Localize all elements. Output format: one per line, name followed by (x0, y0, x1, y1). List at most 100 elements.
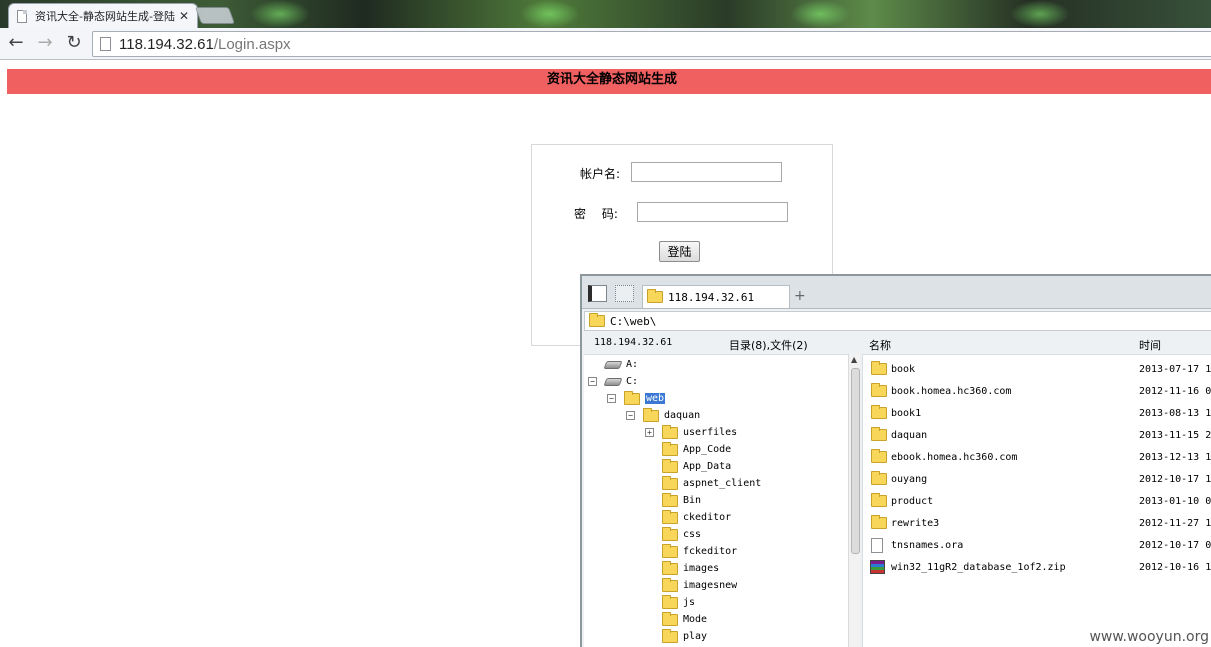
background-decoration (790, 0, 850, 28)
directory-tree: A: − C: − web − daquan + userfiles App_Code App_Da… (584, 354, 852, 647)
new-tab-button[interactable] (194, 7, 236, 24)
column-header-time[interactable]: 时间 (1139, 337, 1161, 353)
collapse-icon[interactable]: − (588, 377, 597, 386)
collapse-icon[interactable]: − (626, 411, 635, 420)
tree-item-label: App_Data (683, 461, 732, 472)
tree-scrollbar[interactable]: ▲ (848, 354, 860, 647)
file-row[interactable]: rewrite3 2012-11-27 10 (869, 512, 1211, 534)
scroll-up-icon[interactable]: ▲ (851, 355, 857, 364)
tree-item[interactable]: imagesnew (645, 577, 737, 594)
current-path: C:\web\ (610, 314, 657, 328)
folder-icon (871, 383, 887, 397)
tree-item[interactable]: play (645, 628, 707, 645)
folder-icon (662, 594, 678, 609)
tree-item[interactable]: ckeditor (645, 509, 731, 526)
tree-item-label: App_Code (683, 444, 732, 455)
add-tab-button[interactable]: + (794, 288, 806, 304)
url-host: 118.194.32.61 (119, 35, 214, 53)
page-icon (17, 9, 27, 23)
folder-icon (647, 289, 663, 303)
file-time: 2012-11-16 03 (1139, 385, 1211, 397)
tree-item[interactable]: js (645, 594, 695, 611)
file-time: 2013-12-13 1 (1139, 451, 1211, 463)
host-label: 118.194.32.61 (594, 337, 673, 348)
forward-icon[interactable]: → (34, 32, 56, 54)
folder-icon (662, 611, 678, 626)
tree-item-label: fckeditor (683, 546, 738, 557)
file-manager-tab[interactable]: 118.194.32.61 (642, 285, 790, 308)
tree-item[interactable]: App_Code (645, 441, 731, 458)
file-name: tnsnames.ora (891, 539, 964, 551)
window-icon[interactable] (615, 285, 634, 302)
tree-item[interactable]: App_Data (645, 458, 731, 475)
file-row[interactable]: ouyang 2012-10-17 13 (869, 468, 1211, 490)
path-bar[interactable]: C:\web\ (584, 311, 1211, 331)
file-row[interactable]: product 2013-01-10 03 (869, 490, 1211, 512)
folder-icon (662, 577, 678, 592)
expand-icon[interactable]: + (645, 428, 654, 437)
sidebar-toggle-icon[interactable] (588, 285, 607, 302)
tree-item[interactable]: aspnet_client (645, 475, 761, 492)
page-icon (100, 37, 111, 51)
file-name: ebook.homea.hc360.com (891, 451, 1018, 463)
file-time: 2013-07-17 10 (1139, 363, 1211, 375)
tree-item[interactable]: + userfiles (645, 424, 737, 441)
tree-item[interactable]: A: (588, 356, 638, 373)
browser-tab[interactable]: 资讯大全-静态网站生成-登陆 ✕ (8, 3, 198, 28)
tree-item-label: web (645, 393, 666, 404)
file-row[interactable]: book1 2013-08-13 15 (869, 402, 1211, 424)
file-row[interactable]: ebook.homea.hc360.com 2013-12-13 1 (869, 446, 1211, 468)
tree-item[interactable]: − C: (588, 373, 638, 390)
address-bar[interactable]: 118.194.32.61/Login.aspx (92, 31, 1211, 57)
tree-item[interactable]: css (645, 526, 701, 543)
tree-item-label: Mode (683, 614, 708, 625)
tree-item-label: userfiles (683, 427, 738, 438)
file-row[interactable]: tnsnames.ora 2012-10-17 08 (869, 534, 1211, 556)
close-icon[interactable]: ✕ (179, 9, 189, 23)
login-button[interactable]: 登陆 (659, 241, 700, 262)
tree-item[interactable]: − daquan (626, 407, 700, 424)
folder-icon (662, 543, 678, 558)
folder-icon (662, 441, 678, 456)
file-time: 2012-11-27 10 (1139, 517, 1211, 529)
password-input[interactable] (637, 202, 788, 222)
file-name: book (891, 363, 916, 375)
reload-icon[interactable]: ↻ (63, 32, 85, 54)
file-manager-tabbar: 118.194.32.61 + (582, 276, 1211, 309)
tree-item[interactable]: fckeditor (645, 543, 737, 560)
folder-icon (662, 509, 678, 524)
username-input[interactable] (631, 162, 782, 182)
tree-item-label: A: (626, 359, 639, 370)
tree-item-label: css (683, 529, 702, 540)
drive-icon (603, 360, 623, 369)
folder-icon (871, 361, 887, 375)
browser-tab-strip: 资讯大全-静态网站生成-登陆 ✕ (0, 0, 1211, 28)
tree-item[interactable]: images (645, 560, 719, 577)
tree-item[interactable]: Bin (645, 492, 701, 509)
folder-icon (589, 313, 605, 327)
tree-item[interactable]: Mode (645, 611, 707, 628)
file-time: 2012-10-16 17 (1139, 561, 1211, 573)
folder-icon (624, 390, 640, 405)
file-row[interactable]: book 2013-07-17 10 (869, 358, 1211, 380)
collapse-icon[interactable]: − (607, 394, 616, 403)
folder-icon (871, 493, 887, 507)
column-header-name[interactable]: 名称 (869, 337, 891, 353)
file-row[interactable]: daquan 2013-11-15 2 (869, 424, 1211, 446)
file-row[interactable]: win32_11gR2_database_1of2.zip 2012-10-16 … (869, 556, 1211, 578)
tree-item[interactable]: − web (607, 390, 666, 407)
file-manager-tab-label: 118.194.32.61 (668, 290, 755, 304)
directory-summary: 目录(8),文件(2) (729, 339, 808, 352)
file-manager-window: 118.194.32.61 + C:\web\ 118.194.32.61 目录… (580, 274, 1211, 647)
tree-item-label: aspnet_client (683, 478, 762, 489)
file-name: book1 (891, 407, 922, 419)
background-decoration (520, 0, 580, 28)
username-label: 帐户名: (580, 167, 621, 181)
folder-icon (662, 526, 678, 541)
scrollbar-thumb[interactable] (851, 368, 860, 554)
tree-item-label: images (683, 563, 720, 574)
tree-item-label: daquan (664, 410, 701, 421)
file-row[interactable]: book.homea.hc360.com 2012-11-16 03 (869, 380, 1211, 402)
back-icon[interactable]: ← (5, 32, 27, 54)
tree-item-label: play (683, 631, 708, 642)
